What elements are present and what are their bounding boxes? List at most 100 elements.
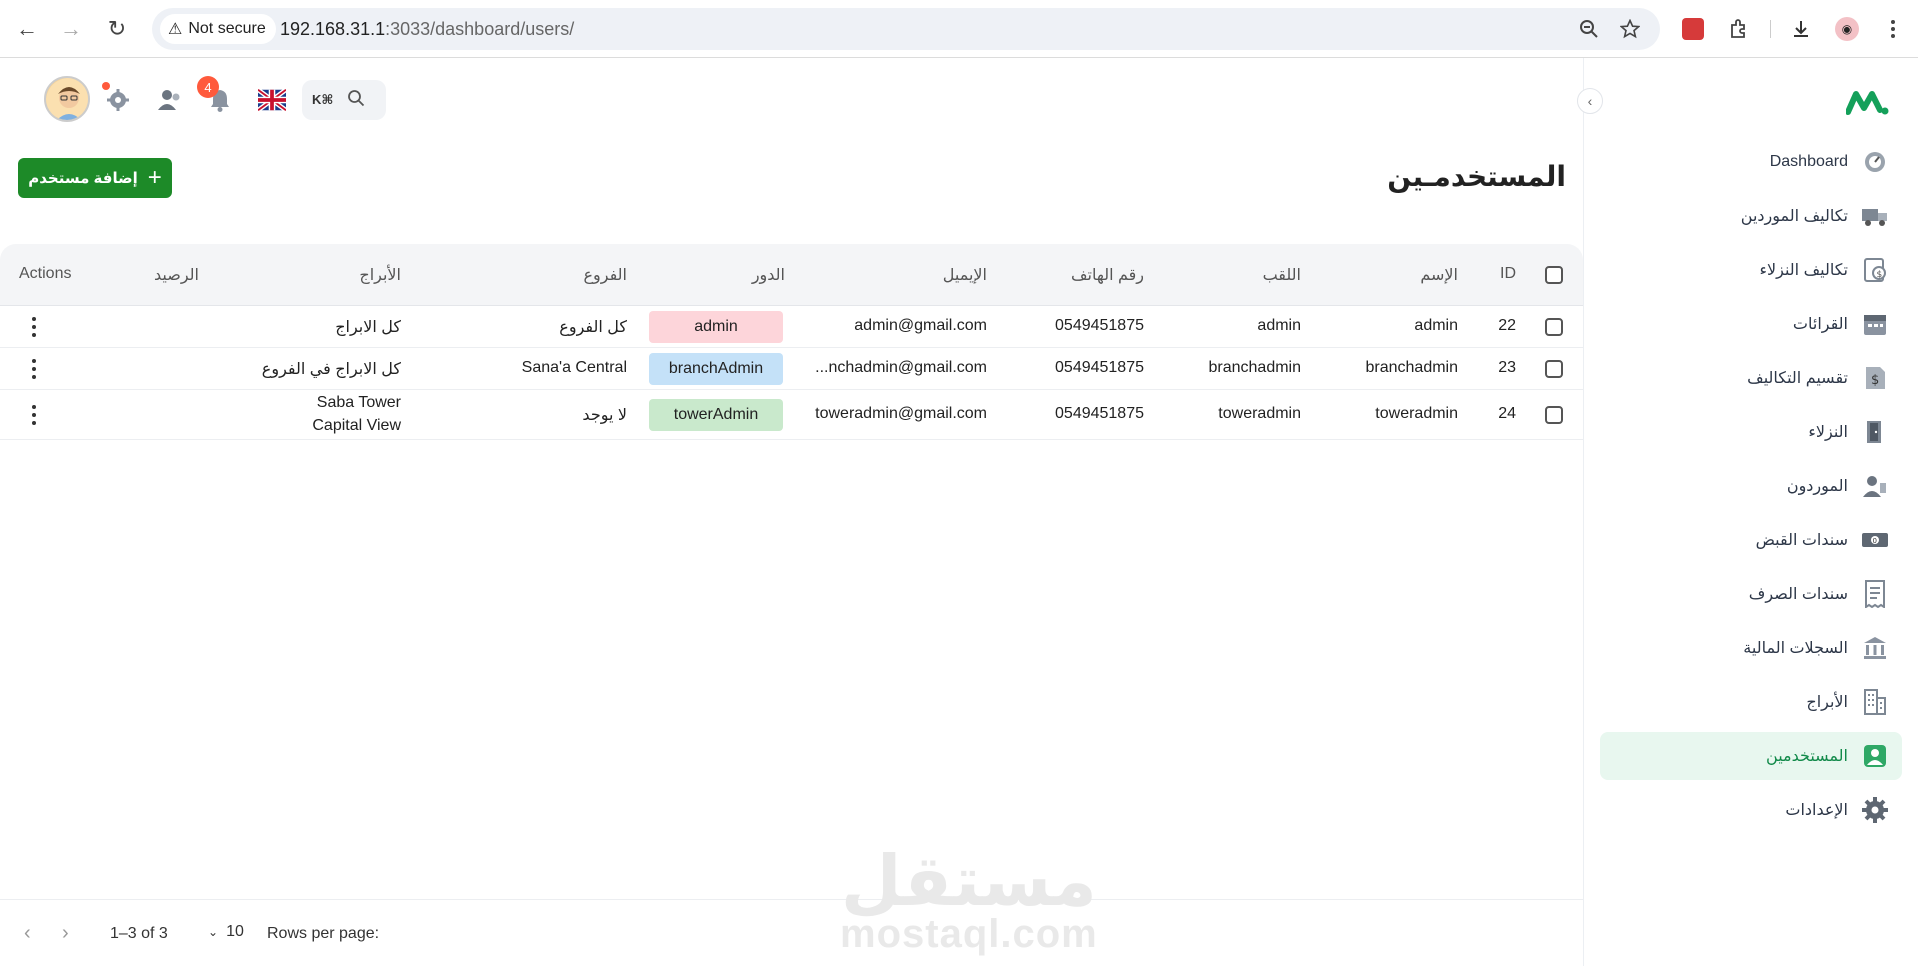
url-text[interactable]: 192.168.31.1:3033/dashboard/users/ [280, 19, 574, 40]
sidebar-item-8[interactable]: سندات الصرف [1600, 570, 1902, 618]
extension-red-icon[interactable] [1678, 14, 1708, 44]
collapse-sidebar-icon[interactable]: ‹ [1577, 88, 1603, 114]
calendar-icon [1860, 309, 1890, 339]
truck-cost-icon [1860, 201, 1890, 231]
sidebar-item-label: تقسيم التكاليف [1747, 370, 1848, 387]
sidebar-item-label: الموردون [1786, 478, 1848, 495]
cell-id: 22 [1498, 317, 1516, 334]
sidebar-item-label: سندات القبض [1755, 532, 1848, 549]
svg-text:0: 0 [1873, 537, 1877, 545]
sidebar-item-0[interactable]: Dashboard [1600, 138, 1902, 186]
profile-icon[interactable]: ◉ [1832, 14, 1862, 44]
prev-page-icon[interactable]: ‹ [24, 922, 31, 945]
header-email[interactable]: الإيميل [943, 265, 987, 285]
cell-id: 23 [1498, 359, 1516, 376]
row-checkbox[interactable] [1545, 318, 1563, 336]
cell-tower: Capital View [312, 417, 401, 434]
watermark: مستقل mostaql.com [840, 840, 1098, 957]
next-page-icon[interactable]: › [62, 922, 69, 945]
add-user-label: إضافة مستخدم [28, 170, 138, 187]
door-icon [1860, 417, 1890, 447]
toolbar-divider [1770, 20, 1771, 38]
cell-title: branchadmin [1208, 359, 1302, 376]
row-actions-menu-icon[interactable] [30, 317, 38, 337]
dollar-split-icon: $ [1860, 363, 1890, 393]
address-bar[interactable]: ⚠ Not secure 192.168.31.1:3033/dashboard… [152, 8, 1660, 50]
header-towers[interactable]: الأبراج [359, 265, 401, 285]
sidebar-item-10[interactable]: الأبراج [1600, 678, 1902, 726]
download-icon[interactable] [1786, 14, 1816, 44]
sidebar-item-5[interactable]: النزلاء [1600, 408, 1902, 456]
table-row[interactable]: 23 branchadmin branchadmin 0549451875 ...nch… [0, 348, 1583, 390]
guest-cost-icon: $ [1860, 255, 1890, 285]
sidebar-item-1[interactable]: تكاليف الموردين [1600, 192, 1902, 240]
cell-title: toweradmin [1218, 405, 1301, 422]
sidebar-item-label: سندات الصرف [1748, 586, 1848, 603]
bookmark-star-icon[interactable] [1618, 17, 1642, 41]
header-title[interactable]: اللقب [1263, 265, 1301, 285]
sidebar-item-label: المستخدمين [1766, 748, 1848, 765]
table-row[interactable]: 22 admin admin 0549451875 admin@gmail.com كل … [0, 306, 1583, 348]
reload-icon[interactable]: ↻ [102, 14, 132, 44]
forward-icon[interactable]: → [56, 14, 86, 44]
search-button[interactable]: K⌘ [302, 80, 386, 120]
gauge-icon [1860, 147, 1890, 177]
uk-flag-icon[interactable] [258, 86, 286, 114]
warning-icon: ⚠ [168, 21, 183, 38]
search-icon [347, 89, 365, 112]
watermark-arabic: مستقل [840, 840, 1097, 922]
zoom-icon[interactable] [1577, 17, 1601, 41]
cell-towers: كل الابراج [335, 319, 401, 336]
sidebar-item-label: الإعدادات [1785, 802, 1848, 819]
header-balance[interactable]: الرصيد [154, 265, 199, 285]
sidebar-item-12[interactable]: الإعدادات [1600, 786, 1902, 834]
sidebar-item-11[interactable]: المستخدمين [1600, 732, 1902, 780]
header-name[interactable]: الإسم [1420, 265, 1458, 285]
sidebar-item-3[interactable]: القرائات [1600, 300, 1902, 348]
cell-tower: Saba Tower [316, 394, 401, 411]
extensions-puzzle-icon[interactable] [1724, 14, 1754, 44]
back-icon[interactable]: ← [12, 14, 42, 44]
notification-badge: 4 [197, 76, 219, 98]
avatar[interactable] [44, 76, 90, 122]
security-chip[interactable]: ⚠ Not secure [160, 14, 276, 44]
sidebar-item-label: تكاليف الموردين [1740, 208, 1848, 225]
row-actions-menu-icon[interactable] [30, 359, 38, 379]
row-actions-menu-icon[interactable] [30, 405, 38, 425]
app-logo [1845, 88, 1890, 121]
chevron-down-icon: ⌄ [208, 925, 219, 939]
receipt-icon [1860, 579, 1890, 609]
security-label: Not secure [188, 20, 266, 37]
header-role[interactable]: الدور [752, 265, 785, 285]
row-checkbox[interactable] [1545, 360, 1563, 378]
cell-name: admin [1414, 317, 1458, 334]
sidebar: Dashboard تكاليف الموردين $ تكاليف النزلاء ا… [1583, 58, 1918, 966]
select-all-checkbox[interactable] [1545, 266, 1563, 284]
browser-toolbar: ← → ↻ ⚠ Not secure 192.168.31.1:3033/das… [0, 0, 1918, 58]
browser-menu-icon[interactable] [1878, 14, 1908, 44]
cell-email: admin@gmail.com [854, 317, 987, 334]
add-user-button[interactable]: إضافة مستخدم + [18, 158, 172, 198]
cell-email: toweradmin@gmail.com [815, 405, 987, 422]
sidebar-item-6[interactable]: الموردون [1600, 462, 1902, 510]
table-row[interactable]: 24 toweradmin toweradmin 0549451875 toweradm… [0, 390, 1583, 440]
header-branches[interactable]: الفروع [583, 265, 627, 285]
banknote-icon: 0 [1860, 525, 1890, 555]
cell-phone: 0549451875 [1055, 359, 1144, 376]
contacts-icon[interactable] [156, 86, 184, 114]
header-id[interactable]: ID [1500, 265, 1516, 283]
header-phone[interactable]: رقم الهاتف [1071, 265, 1144, 285]
sidebar-item-9[interactable]: السجلات المالية [1600, 624, 1902, 672]
sidebar-item-2[interactable]: $ تكاليف النزلاء [1600, 246, 1902, 294]
users-table: ID الإسم اللقب رقم الهاتف الإيميل الدور … [0, 244, 1583, 440]
url-path: :3033/dashboard/users/ [385, 19, 575, 39]
settings-gear-icon[interactable] [104, 86, 132, 114]
sidebar-item-7[interactable]: 0 سندات القبض [1600, 516, 1902, 564]
role-badge: branchAdmin [649, 353, 783, 385]
cell-name: branchadmin [1365, 359, 1459, 376]
rows-per-page-select[interactable]: ⌄ 10 [208, 923, 244, 941]
table-header: ID الإسم اللقب رقم الهاتف الإيميل الدور … [0, 244, 1583, 306]
role-badge: admin [649, 311, 783, 343]
sidebar-item-4[interactable]: $ تقسيم التكاليف [1600, 354, 1902, 402]
row-checkbox[interactable] [1545, 406, 1563, 424]
